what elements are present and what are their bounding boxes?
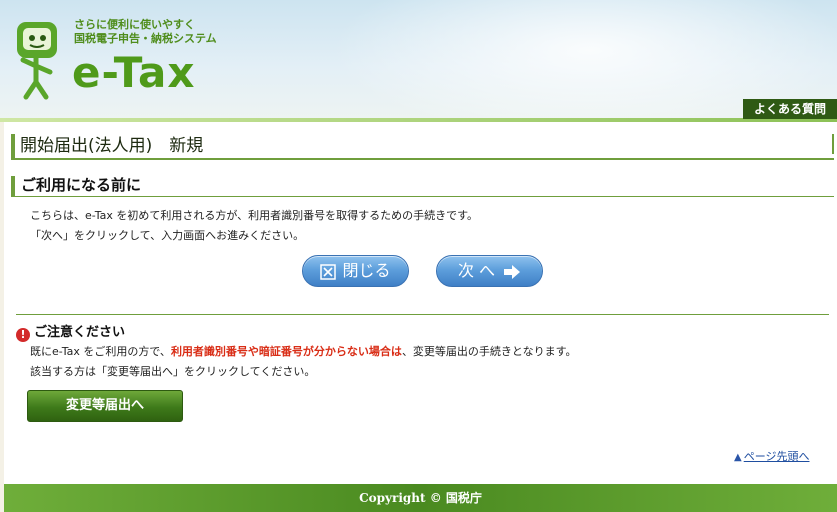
page-top-link[interactable]: ▲ ページ先頭へ xyxy=(734,448,809,464)
page-top-label: ページ先頭へ xyxy=(743,450,810,463)
page-title: 開始届出(法人用) 新規 xyxy=(20,136,204,156)
arrow-right-icon xyxy=(504,264,521,279)
change-notification-button[interactable]: 変更等届出へ xyxy=(27,390,183,422)
warning-icon: ! xyxy=(16,328,30,342)
notice-text-prefix: 既にe-Tax をご利用の方で、 xyxy=(30,345,171,358)
footer: Copyright © 国税庁 xyxy=(4,484,837,512)
section-title: ご利用になる前に xyxy=(21,176,142,194)
section-heading: ご利用になる前に xyxy=(11,176,834,197)
next-button[interactable]: 次 へ xyxy=(436,255,543,287)
notice-text-1: 既にe-Tax をご利用の方で、利用者識別番号や暗証番号が分からない場合は、変更… xyxy=(30,343,577,359)
header-banner: さらに便利に使いやすく 国税電子申告・納税システム e-Tax よくある質問 xyxy=(0,0,837,122)
tagline-line-2: 国税電子申告・納税システム xyxy=(74,32,217,45)
faq-link[interactable]: よくある質問 xyxy=(743,99,837,119)
main-panel: 開始届出(法人用) 新規 ご利用になる前に こちらは、e-Tax を初めて利用さ… xyxy=(4,122,837,484)
up-arrow-icon: ▲ xyxy=(734,452,742,463)
notice-text-2: 該当する方は「変更等届出へ」をクリックしてください。 xyxy=(30,365,316,378)
notice-heading: ! ご注意ください xyxy=(16,321,125,342)
page-title-bar: 開始届出(法人用) 新規 xyxy=(11,134,834,160)
next-button-label: 次 へ xyxy=(457,261,496,280)
etax-logo-text: e-Tax xyxy=(72,48,196,97)
copyright-text: Copyright © 国税庁 xyxy=(359,491,482,505)
mascot-logo-icon xyxy=(17,22,57,100)
close-button[interactable]: 閉じる xyxy=(302,255,409,287)
notice-highlight: 利用者識別番号や暗証番号が分からない場合は xyxy=(170,345,402,358)
tagline-line-1: さらに便利に使いやすく xyxy=(74,18,195,31)
section-divider xyxy=(16,314,829,315)
close-box-icon xyxy=(320,263,337,280)
intro-text-1: こちらは、e-Tax を初めて利用される方が、利用者識別番号を取得するための手続… xyxy=(30,209,479,222)
close-button-label: 閉じる xyxy=(342,261,391,280)
tagline: さらに便利に使いやすく 国税電子申告・納税システム xyxy=(74,18,217,46)
notice-text-suffix: 、変更等届出の手続きとなります。 xyxy=(401,345,577,358)
notice-heading-text: ご注意ください xyxy=(34,325,126,340)
intro-text-2: 「次へ」をクリックして、入力画面へお進みください。 xyxy=(30,229,305,242)
